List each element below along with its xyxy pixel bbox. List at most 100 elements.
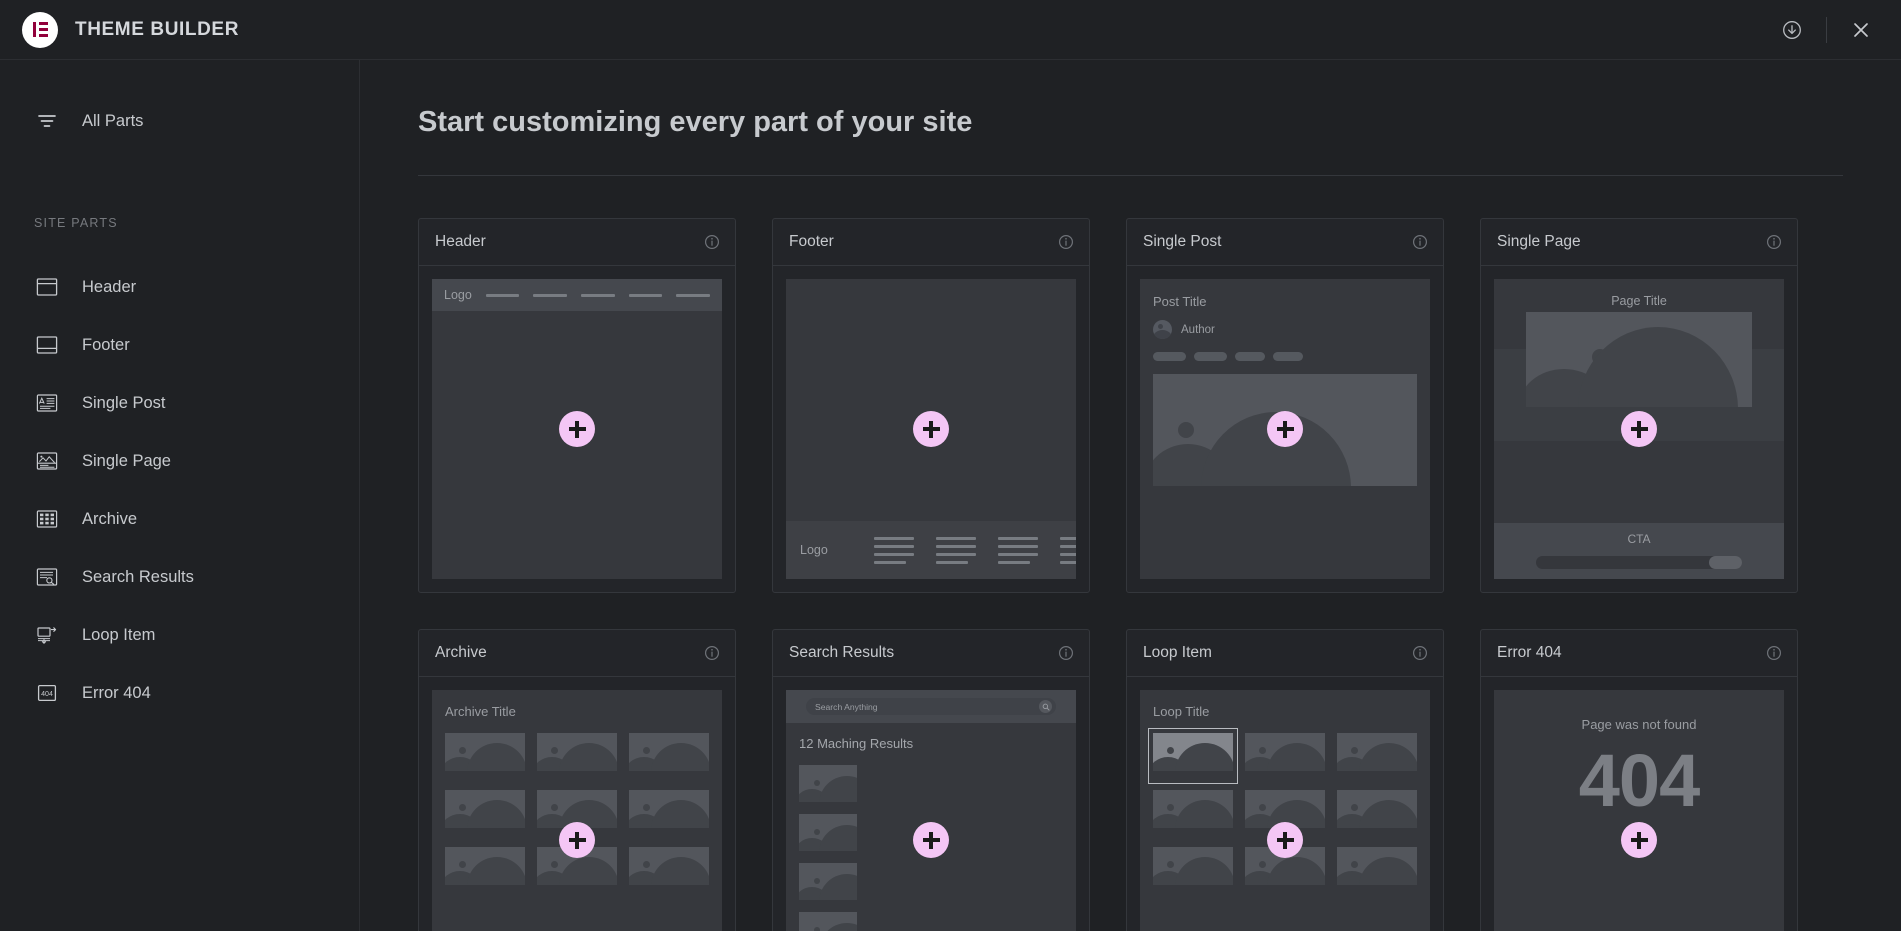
- sidebar-item-all-parts[interactable]: All Parts: [0, 96, 359, 146]
- add-header-button[interactable]: [559, 411, 595, 447]
- preview-nav-link: [629, 294, 663, 297]
- card-preview-body[interactable]: Logo: [419, 266, 735, 592]
- sidebar-item-single-post[interactable]: Single Post: [0, 378, 359, 428]
- header-layout-icon: [34, 274, 60, 300]
- sidebar-item-label: Header: [82, 278, 136, 297]
- preview-nav-link: [533, 294, 567, 297]
- site-part-card-archive[interactable]: Archive Archive Title: [418, 629, 736, 931]
- card-preview-body[interactable]: Post Title Author: [1127, 266, 1443, 592]
- preview-tag: [1153, 352, 1186, 361]
- card-header: Error 404: [1481, 630, 1797, 677]
- card-title: Archive: [435, 644, 487, 662]
- info-icon[interactable]: [704, 645, 720, 661]
- preview-thumbnail: [1153, 733, 1233, 771]
- preview-thumbnail: [1245, 733, 1325, 771]
- sidebar-item-single-page[interactable]: Single Page: [0, 436, 359, 486]
- info-icon[interactable]: [704, 234, 720, 250]
- archive-grid-icon: [34, 506, 60, 532]
- card-preview-body[interactable]: Search Anything 12 Maching Results: [773, 677, 1089, 931]
- preview-loop-title: Loop Title: [1153, 704, 1417, 719]
- site-part-card-footer[interactable]: Footer Logo: [772, 218, 1090, 593]
- add-single-page-button[interactable]: [1621, 411, 1657, 447]
- card-header: Search Results: [773, 630, 1089, 677]
- card-header: Single Page: [1481, 219, 1797, 266]
- info-icon[interactable]: [1412, 234, 1428, 250]
- sidebar-item-error-404[interactable]: 404 Error 404: [0, 668, 359, 718]
- svg-text:404: 404: [41, 691, 53, 698]
- preview-post-cell: [629, 790, 709, 836]
- sidebar-item-footer[interactable]: Footer: [0, 320, 359, 370]
- preview-404-content: Page was not found 404: [1494, 690, 1784, 823]
- preview-tag: [1194, 352, 1227, 361]
- preview-loop-cell-selected[interactable]: [1153, 733, 1233, 779]
- site-part-card-search-results[interactable]: Search Results Search Anything: [772, 629, 1090, 931]
- search-results-icon: [34, 564, 60, 590]
- site-part-card-single-page[interactable]: Single Page Page Title: [1480, 218, 1798, 593]
- card-preview-body[interactable]: Page Title CTA: [1481, 266, 1797, 592]
- info-icon[interactable]: [1058, 645, 1074, 661]
- preview-footer-link: [936, 537, 976, 540]
- add-archive-button[interactable]: [559, 822, 595, 858]
- preview-search-placeholder: Search Anything: [815, 702, 878, 712]
- add-search-results-button[interactable]: [913, 822, 949, 858]
- preview-loop-cell: [1337, 790, 1417, 836]
- card-preview-body[interactable]: Logo: [773, 266, 1089, 592]
- elementor-logo-glyph: [32, 21, 49, 38]
- sidebar-item-search-results[interactable]: Search Results: [0, 552, 359, 602]
- preview-tag-list: [1153, 352, 1417, 361]
- preview-nav-link: [581, 294, 615, 297]
- preview-cta-bar: [1536, 556, 1742, 569]
- site-part-card-loop-item[interactable]: Loop Item Loop Title: [1126, 629, 1444, 931]
- preview-result-lines: [868, 814, 1063, 851]
- card-preview-body[interactable]: Loop Title: [1127, 677, 1443, 931]
- preview-footer-link: [874, 537, 914, 540]
- card-title: Error 404: [1497, 644, 1562, 662]
- preview-footer-link: [998, 545, 1038, 548]
- add-loop-item-button[interactable]: [1267, 822, 1303, 858]
- brand: THEME BUILDER: [0, 12, 239, 48]
- preview-thumbnail: [799, 814, 857, 851]
- preview-search-input[interactable]: Search Anything: [806, 698, 1056, 715]
- info-icon[interactable]: [1766, 234, 1782, 250]
- preview-navbar: Logo: [432, 279, 722, 311]
- preview-search-bar: Search Anything: [786, 690, 1076, 723]
- add-footer-button[interactable]: [913, 411, 949, 447]
- info-icon[interactable]: [1412, 645, 1428, 661]
- info-icon[interactable]: [1766, 645, 1782, 661]
- preview-footer-link: [998, 561, 1030, 564]
- close-icon[interactable]: [1847, 16, 1875, 44]
- info-icon[interactable]: [1058, 234, 1074, 250]
- single-post-icon: [34, 390, 60, 416]
- preview-footer-link: [874, 553, 914, 556]
- preview-footer-link: [936, 561, 968, 564]
- site-part-card-single-post[interactable]: Single Post Post Title Author: [1126, 218, 1444, 593]
- preview-loop-cell: [1245, 733, 1325, 779]
- sidebar-item-header[interactable]: Header: [0, 262, 359, 312]
- page-title: Start customizing every part of your sit…: [360, 60, 1901, 139]
- avatar: [1153, 320, 1172, 339]
- preview-post-cell: [445, 790, 525, 836]
- preview-post-cell: [629, 847, 709, 893]
- sidebar-item-label: Loop Item: [82, 626, 155, 645]
- card-title: Header: [435, 233, 486, 251]
- download-circle-icon[interactable]: [1778, 16, 1806, 44]
- preview-footer-column: [998, 537, 1038, 564]
- card-preview-body[interactable]: Page was not found 404: [1481, 677, 1797, 931]
- preview-cta-button: [1709, 556, 1742, 569]
- site-part-card-error-404[interactable]: Error 404 Page was not found 404: [1480, 629, 1798, 931]
- main-content: Start customizing every part of your sit…: [360, 60, 1901, 931]
- preview-thumbnail: [1337, 847, 1417, 885]
- sidebar-item-loop-item[interactable]: Loop Item: [0, 610, 359, 660]
- preview-thumbnail: [1337, 733, 1417, 771]
- sidebar-item-label: Error 404: [82, 684, 151, 703]
- add-error-404-button[interactable]: [1621, 822, 1657, 858]
- sidebar-item-archive[interactable]: Archive: [0, 494, 359, 544]
- preview-footer-link: [874, 545, 914, 548]
- preview-tag: [1273, 352, 1303, 361]
- preview-archive-title: Archive Title: [445, 704, 709, 719]
- sidebar-item-label: Single Page: [82, 452, 171, 471]
- site-part-card-header[interactable]: Header Logo: [418, 218, 736, 593]
- add-single-post-button[interactable]: [1267, 411, 1303, 447]
- filter-icon: [34, 108, 60, 134]
- card-preview-body[interactable]: Archive Title: [419, 677, 735, 931]
